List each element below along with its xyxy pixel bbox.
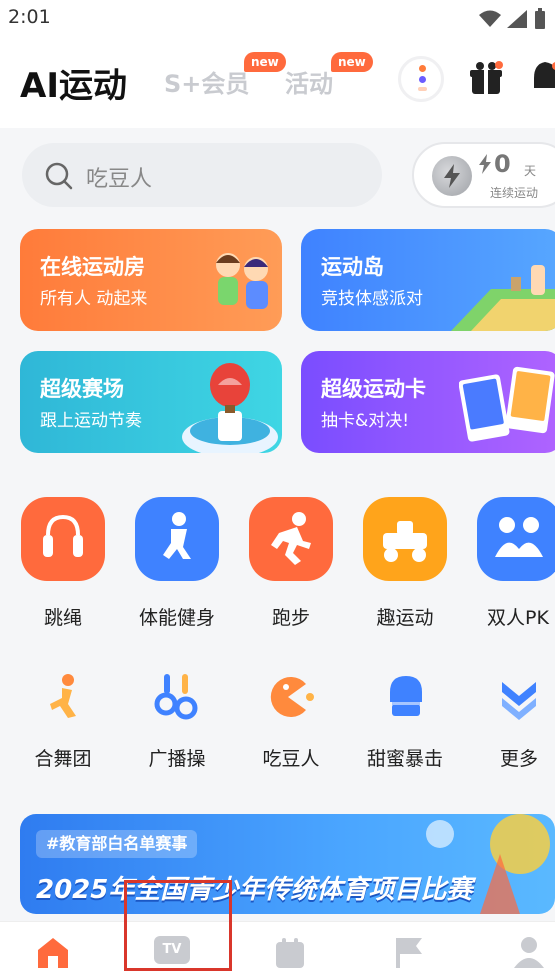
grid-label: 广播操	[148, 748, 206, 770]
grid-label: 甜蜜暴击	[366, 748, 443, 770]
players-illustration	[216, 253, 268, 309]
search-bar[interactable]: 吃豆人	[22, 143, 382, 207]
boxing-glove-icon	[380, 672, 430, 722]
more-icon	[494, 672, 544, 722]
card-title: 超级赛场	[40, 377, 124, 401]
card-subtitle: 跟上运动节奏	[40, 411, 142, 431]
tab-vip[interactable]: S+会员	[164, 64, 249, 99]
status-icons	[479, 8, 547, 30]
calendar-icon[interactable]	[274, 936, 306, 968]
grid-item-jump-rope[interactable]: 跳绳	[7, 497, 119, 630]
new-badge: new	[331, 52, 373, 72]
grid-item-boxing[interactable]: 甜蜜暴击	[349, 672, 461, 771]
card-title: 在线运动房	[40, 255, 145, 279]
tab-activity[interactable]: 活动	[285, 64, 333, 99]
status-time: 2:01	[8, 6, 51, 28]
grid-item-pacman[interactable]: 吃豆人	[235, 672, 347, 771]
card-subtitle: 所有人 动起来	[40, 289, 148, 309]
grid-item-dance[interactable]: 合舞团	[7, 672, 119, 771]
jump-rope-icon	[21, 497, 105, 581]
island-illustration	[451, 265, 555, 331]
grid-item-running[interactable]: 跑步	[235, 497, 347, 630]
lightning-icon	[479, 154, 491, 174]
grid-item-more[interactable]: 更多	[463, 672, 555, 771]
header: AI运动 S+会员 new 活动 new	[0, 38, 555, 128]
fitness-icon	[135, 497, 219, 581]
profile-icon[interactable]	[512, 936, 546, 968]
card-super-sport-card[interactable]: 超级运动卡 抽卡&对决!	[301, 351, 555, 453]
card-subtitle: 抽卡&对决!	[321, 411, 410, 431]
card-online-room[interactable]: 在线运动房 所有人 动起来	[20, 229, 282, 331]
wifi-icon	[479, 10, 501, 27]
grid-label: 合舞团	[34, 748, 92, 770]
home-icon[interactable]	[36, 936, 70, 968]
balloon-stadium-illustration	[182, 363, 278, 453]
grid-item-fun-sport[interactable]: 趣运动	[349, 497, 461, 630]
running-icon	[249, 497, 333, 581]
search-icon	[45, 162, 73, 190]
search-placeholder: 吃豆人	[86, 167, 153, 192]
banner-tag: #教育部白名单赛事	[36, 830, 198, 858]
grid-label: 更多	[499, 748, 538, 770]
card-subtitle: 竞技体感派对	[321, 289, 423, 309]
lightning-medal-icon	[432, 156, 472, 196]
grid-item-pk[interactable]: 双人PK	[463, 497, 555, 630]
banner-decoration	[426, 814, 550, 914]
bottom-nav: TV	[0, 921, 555, 971]
banner-title: 2025年全国青少年传统体育项目比赛	[36, 875, 473, 905]
gift-icon[interactable]	[468, 60, 504, 96]
bell-icon[interactable]	[530, 58, 555, 98]
streak-widget[interactable]: 0 天 连续运动	[412, 142, 555, 208]
grid-item-fitness[interactable]: 体能健身	[121, 497, 233, 630]
signal-icon	[507, 10, 527, 28]
grid-label: 跑步	[271, 607, 310, 629]
streak-label: 连续运动	[490, 186, 539, 200]
fun-sport-icon	[363, 497, 447, 581]
grid-item-broadcast-exercise[interactable]: 广播操	[121, 672, 233, 771]
card-title: 超级运动卡	[321, 377, 426, 401]
grid-label: 跳绳	[43, 607, 82, 629]
promo-banner[interactable]: #教育部白名单赛事 2025年全国青少年传统体育项目比赛	[20, 814, 555, 914]
grid-label: 双人PK	[487, 607, 549, 629]
tab-ai-sport[interactable]: AI运动	[20, 58, 127, 107]
sport-cards-illustration	[459, 366, 555, 442]
broadcast-exercise-icon	[152, 672, 202, 722]
card-sport-island[interactable]: 运动岛 竞技体感派对	[301, 229, 555, 331]
battery-icon	[535, 8, 545, 29]
card-super-arena[interactable]: 超级赛场 跟上运动节奏	[20, 351, 282, 453]
card-title: 运动岛	[321, 255, 384, 279]
pk-icon	[477, 497, 555, 581]
pacman-icon	[266, 672, 316, 722]
status-bar: 2:01	[0, 0, 555, 38]
progress-ring-icon[interactable]	[398, 56, 444, 102]
new-badge: new	[244, 52, 286, 72]
streak-count: 0	[494, 150, 511, 178]
grid-label: 吃豆人	[262, 748, 320, 770]
dance-icon	[38, 672, 88, 722]
highlight-box	[124, 880, 232, 971]
grid-label: 体能健身	[138, 607, 215, 629]
grid-label: 趣运动	[376, 607, 434, 629]
streak-unit: 天	[524, 164, 537, 178]
flag-icon[interactable]	[394, 936, 424, 968]
